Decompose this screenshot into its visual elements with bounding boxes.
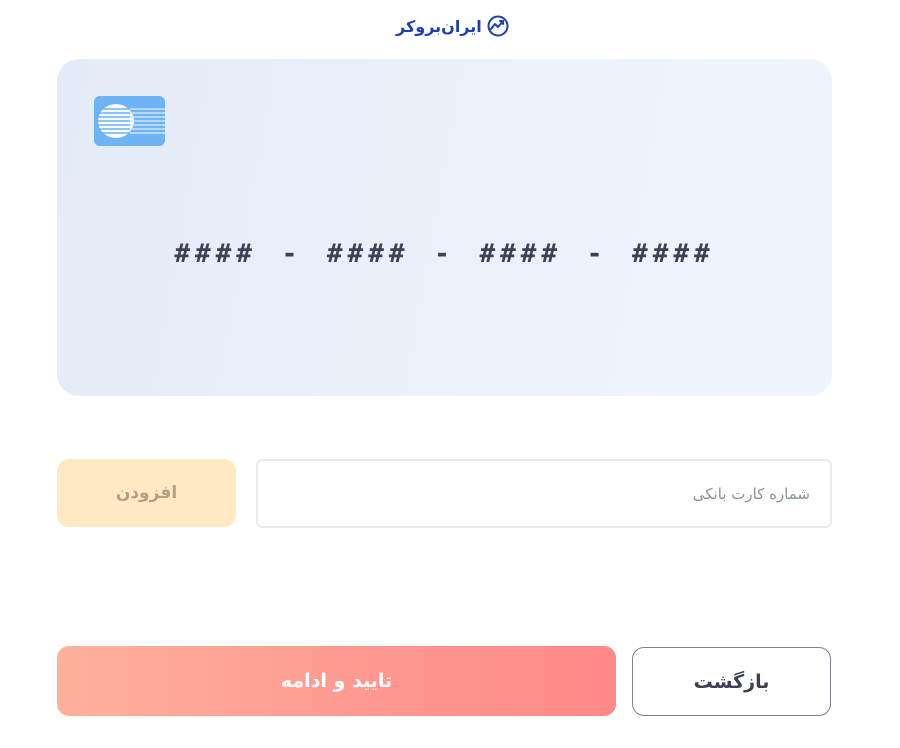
confirm-continue-button[interactable]: تایید و ادامه	[57, 646, 616, 716]
brand-name: ایران‌بروکر	[396, 16, 482, 36]
page: ایران‌بروکر	[0, 0, 900, 748]
card-number-display: #### - #### - #### - ####	[174, 239, 715, 269]
bank-card-preview: #### - #### - #### - ####	[57, 59, 832, 396]
card-chip-icon	[94, 96, 165, 146]
add-card-button[interactable]: افزودن	[57, 459, 236, 527]
brand-logo[interactable]: ایران‌بروکر	[396, 12, 509, 40]
card-number-input[interactable]	[256, 459, 832, 528]
trend-chart-icon	[486, 14, 510, 38]
back-button[interactable]: بازگشت	[632, 647, 831, 716]
